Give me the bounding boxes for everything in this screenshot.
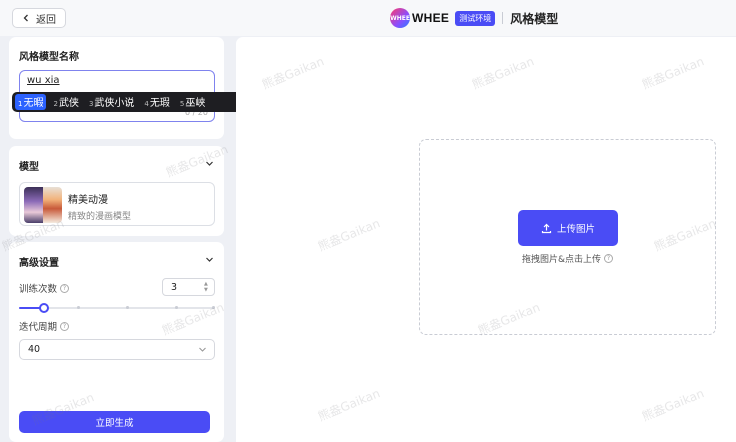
divider — [502, 12, 504, 24]
slider-tick — [175, 306, 178, 309]
chevron-left-icon — [23, 14, 28, 22]
brand: WHEE WHEE 测试环境 风格模型 — [390, 8, 558, 28]
train-count-stepper[interactable]: 3 ▲ ▼ — [162, 278, 215, 296]
back-button[interactable]: 返回 — [12, 8, 66, 28]
whee-logo-icon: WHEE — [390, 8, 410, 28]
train-count-value: 3 — [171, 282, 178, 293]
upload-button-label: 上传图片 — [556, 224, 595, 235]
advanced-section-title: 高级设置 — [19, 258, 59, 269]
thumbnail-right — [43, 187, 62, 223]
ime-candidate[interactable]: 3 武侠小说 — [86, 94, 137, 110]
model-card: 模型 精美动漫 精致的漫画模型 — [9, 146, 224, 236]
help-icon[interactable]: ? — [60, 283, 70, 293]
name-card: 风格模型名称 wu xia 0 / 20 — [9, 37, 224, 139]
name-section-title: 风格模型名称 — [19, 52, 79, 63]
ime-candidate[interactable]: 4 无瑕 — [141, 94, 172, 110]
main-panel: 上传图片 拖拽图片&点击上传 ? — [236, 37, 736, 442]
slider-tick — [212, 306, 215, 309]
model-description: 精致的漫画模型 — [68, 212, 132, 222]
train-count-text: 训练次数 — [19, 284, 58, 295]
slider-tick — [77, 306, 80, 309]
iteration-select[interactable]: 40 — [19, 339, 215, 360]
model-thumbnail — [24, 187, 62, 223]
train-count-label: 训练次数 ? — [19, 281, 70, 295]
model-option[interactable]: 精美动漫 精致的漫画模型 — [19, 182, 215, 226]
help-icon[interactable]: ? — [604, 254, 614, 263]
train-count-slider[interactable] — [19, 303, 215, 313]
stepper-arrows: ▲ ▼ — [204, 281, 211, 293]
advanced-settings-card: 高级设置 训练次数 ? 3 ▲ ▼ 迭代周期 ? 40 立即生成 — [9, 242, 224, 442]
model-name: 精美动漫 — [68, 195, 108, 206]
upload-hint: 拖拽图片&点击上传 ? — [420, 252, 715, 265]
iteration-label: 迭代周期 ? — [19, 319, 70, 333]
help-icon[interactable]: ? — [60, 321, 70, 331]
upload-hint-text: 拖拽图片&点击上传 — [521, 255, 602, 265]
decrement-icon[interactable]: ▼ — [204, 287, 211, 293]
ime-candidate[interactable]: 2 武侠 — [50, 94, 81, 110]
ime-candidate[interactable]: 5 巫峡 — [177, 94, 208, 110]
logo-text: WHEE — [412, 11, 450, 25]
input-value: wu xia — [27, 75, 60, 86]
slider-tick — [126, 306, 129, 309]
top-bar: 返回 WHEE WHEE 测试环境 风格模型 — [0, 0, 736, 36]
upload-icon — [541, 223, 552, 233]
slider-handle[interactable] — [39, 303, 49, 313]
chevron-down-icon[interactable] — [205, 255, 214, 264]
model-section-title: 模型 — [19, 162, 39, 173]
upload-button[interactable]: 上传图片 — [518, 210, 618, 246]
iteration-value: 40 — [28, 344, 41, 355]
chevron-down-icon[interactable] — [205, 159, 214, 168]
ime-candidate[interactable]: 1 无暇 — [15, 94, 47, 110]
back-label: 返回 — [36, 14, 56, 26]
chevron-down-icon — [199, 347, 206, 352]
iteration-text: 迭代周期 — [19, 322, 58, 333]
upload-dropzone[interactable]: 上传图片 拖拽图片&点击上传 ? — [419, 139, 716, 335]
page-title: 风格模型 — [510, 11, 559, 26]
generate-button[interactable]: 立即生成 — [19, 411, 210, 433]
thumbnail-left — [24, 187, 43, 223]
env-badge: 测试环境 — [455, 10, 496, 26]
